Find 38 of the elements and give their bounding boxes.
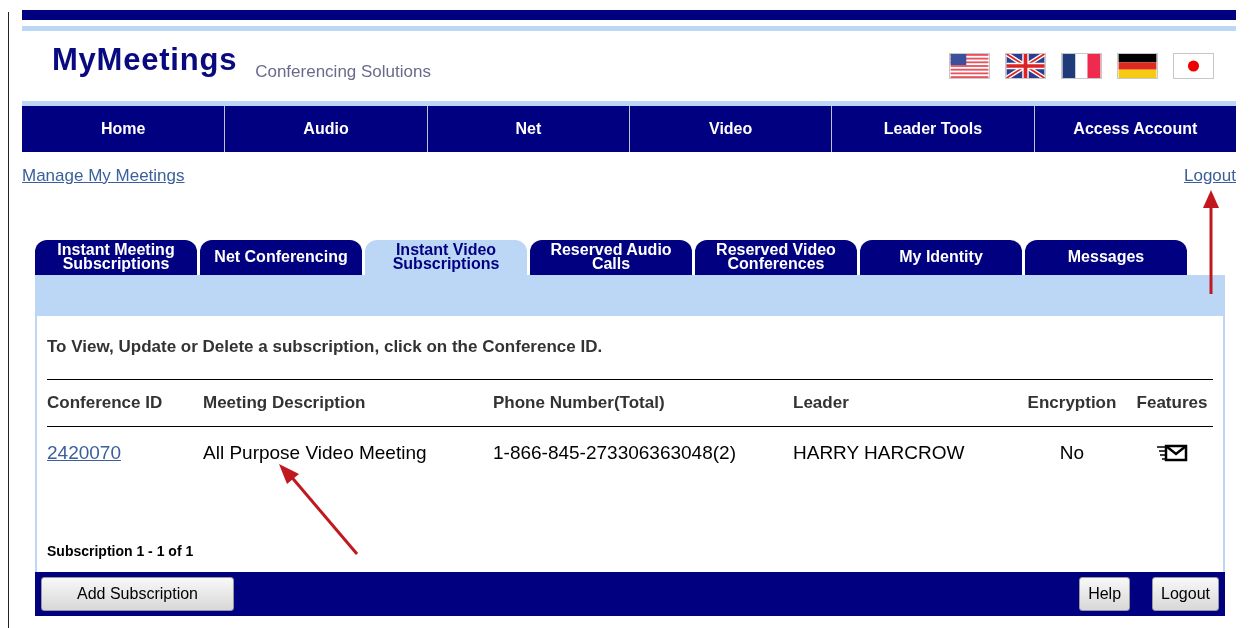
flag-icon[interactable] xyxy=(1117,53,1158,79)
column-header: Encryption xyxy=(1026,392,1118,415)
site-logo[interactable]: MyMeetings xyxy=(52,36,238,84)
flag-icon[interactable] xyxy=(1005,53,1046,79)
mail-icon[interactable] xyxy=(1156,444,1188,462)
tab[interactable]: Messages xyxy=(1025,239,1187,275)
tab[interactable]: Reserved Audio Calls xyxy=(530,239,692,275)
table-cell-text: No xyxy=(1058,440,1086,465)
subscription-count: Subscription 1 - 1 of 1 xyxy=(47,541,195,561)
table-cell-text: All Purpose Video Meeting xyxy=(203,440,428,465)
table-cell-text: HARRY HARCROW xyxy=(793,440,966,465)
tab[interactable]: Instant Meeting Subscriptions xyxy=(35,239,197,275)
tab[interactable]: Net Conferencing xyxy=(200,239,362,275)
tab[interactable]: My Identity xyxy=(860,239,1022,275)
logout-link[interactable]: Logout xyxy=(1184,163,1236,189)
instruction-text: To View, Update or Delete a subscription, click on the Conference ID. xyxy=(47,335,604,358)
conference-id-link[interactable]: 2420070 xyxy=(47,438,121,468)
add-subscription-button[interactable]: Add Subscription xyxy=(41,576,234,611)
column-header: Conference ID xyxy=(47,392,164,415)
tab[interactable]: Reserved Video Conferences xyxy=(695,239,857,275)
flag-icon[interactable] xyxy=(949,53,990,79)
nav-item[interactable]: Net xyxy=(426,106,629,152)
footer-button[interactable]: Help xyxy=(1079,576,1131,611)
nav-item[interactable]: Video xyxy=(629,106,832,152)
tab[interactable]: Instant Video Subscriptions xyxy=(365,239,527,275)
site-tagline: Conferencing Solutions xyxy=(255,61,431,84)
column-header: Leader xyxy=(793,392,850,415)
nav-item[interactable]: Audio xyxy=(224,106,427,152)
flag-icon[interactable] xyxy=(1061,53,1102,79)
footer-button[interactable]: Logout xyxy=(1152,576,1219,611)
nav-item[interactable]: Access Account xyxy=(1033,106,1236,152)
manage-meetings-link[interactable]: Manage My Meetings xyxy=(22,163,185,189)
column-header: Meeting Description xyxy=(203,392,367,415)
column-header: Phone Number(Total) xyxy=(493,392,666,415)
nav-item[interactable]: Leader Tools xyxy=(831,106,1034,152)
table-cell-text: 1-866-845-273306363048(2) xyxy=(493,440,737,465)
nav-item[interactable]: Home xyxy=(22,106,225,152)
column-header: Features xyxy=(1135,392,1209,415)
